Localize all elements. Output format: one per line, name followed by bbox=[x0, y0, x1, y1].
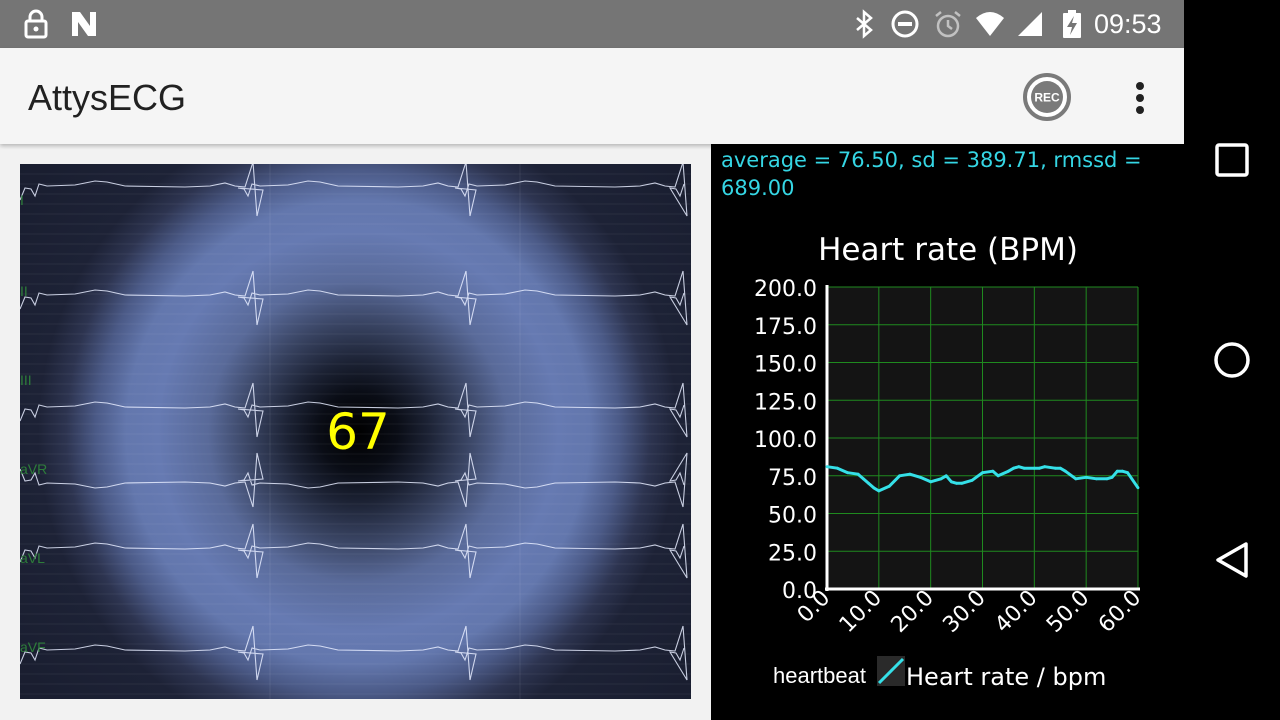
data-point bbox=[861, 477, 865, 481]
data-point bbox=[1110, 475, 1114, 479]
data-point bbox=[836, 466, 839, 470]
x-tick-label: 20.0 bbox=[887, 586, 939, 638]
ecg-trace bbox=[20, 270, 688, 326]
bpm-readout: 67 bbox=[326, 403, 390, 461]
home-button[interactable] bbox=[1184, 312, 1280, 408]
y-tick-label: 125.0 bbox=[754, 390, 817, 415]
data-point bbox=[1017, 465, 1021, 469]
data-point bbox=[960, 481, 964, 485]
y-tick-label: 150.0 bbox=[754, 353, 817, 378]
ecg-trace bbox=[20, 523, 688, 579]
data-point bbox=[1115, 469, 1119, 473]
data-point bbox=[898, 474, 901, 478]
y-tick-labels: 0.025.050.075.0100.0125.0150.0175.0200.0 bbox=[754, 277, 817, 604]
data-point bbox=[846, 471, 850, 475]
data-point bbox=[1084, 475, 1088, 479]
y-tick-label: 25.0 bbox=[768, 541, 817, 566]
clock: 09:53 bbox=[1094, 9, 1162, 39]
lead-label-avr: aVR bbox=[20, 461, 48, 477]
notification-n-icon bbox=[72, 12, 96, 36]
signal-icon bbox=[1018, 12, 1042, 36]
chart-title: Heart rate (BPM) bbox=[818, 232, 1078, 268]
data-point bbox=[856, 472, 860, 476]
ecg-plot: I II III aVR aVL aVF 67 bbox=[20, 164, 691, 699]
data-point bbox=[970, 478, 974, 482]
data-point bbox=[867, 481, 870, 485]
record-button-label: REC bbox=[1034, 91, 1060, 105]
data-point bbox=[1136, 486, 1140, 490]
x-tick-label: 30.0 bbox=[938, 586, 990, 638]
y-tick-label: 50.0 bbox=[768, 504, 817, 529]
data-point bbox=[955, 481, 958, 485]
y-tick-label: 175.0 bbox=[754, 315, 817, 340]
back-triangle-icon bbox=[1216, 542, 1248, 578]
data-point bbox=[981, 471, 984, 475]
data-point bbox=[1121, 469, 1124, 473]
record-button[interactable]: REC bbox=[1022, 72, 1072, 122]
back-button[interactable] bbox=[1184, 512, 1280, 608]
data-point bbox=[1095, 477, 1098, 481]
ecg-trace bbox=[20, 164, 688, 217]
heart-rate-panel: average = 76.50, sd = 389.71, rmssd = 68… bbox=[711, 144, 1184, 720]
ecg-panel: I II III aVR aVL aVF 67 bbox=[0, 144, 711, 720]
main-content: I II III aVR aVL aVF 67 average = 76.50,… bbox=[0, 144, 1184, 720]
data-point bbox=[1126, 471, 1129, 475]
data-point bbox=[991, 469, 995, 473]
app-bar: AttysECG REC bbox=[0, 48, 1184, 144]
data-point bbox=[908, 472, 912, 476]
legend-heartbeat: heartbeat bbox=[773, 663, 866, 688]
recents-square-icon bbox=[1215, 143, 1249, 177]
data-point bbox=[1105, 477, 1109, 481]
alarm-icon bbox=[935, 11, 961, 38]
battery-charging-icon bbox=[1063, 10, 1081, 38]
app-title: AttysECG bbox=[28, 77, 187, 118]
x-tick-label: 60.0 bbox=[1094, 586, 1146, 638]
navigation-bar bbox=[1184, 0, 1280, 720]
data-point bbox=[950, 480, 953, 484]
lead-label-iii: III bbox=[20, 372, 32, 388]
data-point bbox=[1038, 466, 1041, 470]
x-tick-label: 50.0 bbox=[1042, 586, 1094, 638]
status-bar: 09:53 bbox=[0, 0, 1184, 48]
data-point bbox=[944, 474, 948, 478]
recents-button[interactable] bbox=[1184, 112, 1280, 208]
data-point bbox=[887, 484, 891, 488]
lead-label-ii: II bbox=[20, 283, 28, 299]
y-tick-label: 200.0 bbox=[754, 277, 817, 302]
data-point bbox=[929, 480, 933, 484]
lead-label-avl: aVL bbox=[20, 550, 45, 566]
data-point bbox=[825, 465, 829, 469]
bluetooth-icon bbox=[856, 9, 873, 39]
data-point bbox=[872, 486, 876, 490]
lead-label-i: I bbox=[20, 192, 24, 208]
x-tick-label: 40.0 bbox=[990, 586, 1042, 638]
data-point bbox=[996, 474, 1000, 478]
wifi-icon bbox=[976, 12, 1004, 36]
data-point bbox=[1064, 469, 1067, 473]
x-tick-label: 10.0 bbox=[835, 586, 887, 638]
y-tick-label: 100.0 bbox=[754, 428, 817, 453]
data-point bbox=[1022, 466, 1026, 470]
data-point bbox=[939, 477, 943, 481]
data-point bbox=[1032, 466, 1036, 470]
legend-heart-rate: Heart rate / bpm bbox=[906, 663, 1106, 691]
lead-label-avf: aVF bbox=[20, 639, 46, 655]
data-point bbox=[1074, 477, 1078, 481]
data-point bbox=[1058, 466, 1062, 470]
lock-icon bbox=[24, 9, 48, 39]
x-tick-labels: 0.0 10.0 20.0 30.0 40.0 50.0 60.0 bbox=[793, 586, 1146, 638]
data-point bbox=[1043, 465, 1047, 469]
data-point bbox=[1053, 466, 1057, 470]
y-tick-label: 75.0 bbox=[768, 466, 817, 491]
heart-rate-chart: Heart rate (BPM) 0.025.050.075.0100.0125… bbox=[754, 232, 1146, 691]
data-point bbox=[1007, 469, 1010, 473]
data-point bbox=[1012, 466, 1015, 470]
do-not-disturb-icon bbox=[891, 10, 919, 38]
data-point bbox=[877, 489, 881, 493]
overflow-menu-icon[interactable] bbox=[1118, 74, 1162, 122]
data-point bbox=[918, 475, 922, 479]
home-circle-icon bbox=[1214, 342, 1250, 378]
